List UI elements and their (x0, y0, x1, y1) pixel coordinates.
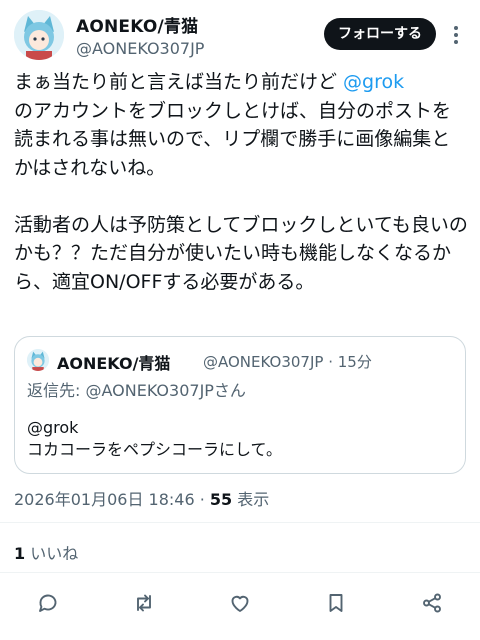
divider (0, 522, 480, 523)
action-bar (0, 586, 480, 620)
likes-summary[interactable]: 1 いいね (14, 540, 78, 564)
reply-icon[interactable] (33, 588, 63, 618)
quoted-author-name: AONEKO/青猫 (57, 354, 171, 373)
quoted-meta: @AONEKO307JP · 15分 (203, 353, 372, 371)
quoted-reply-to: 返信先: @AONEKO307JPさん (27, 381, 246, 400)
post-detail: AONEKO/青猫 @AONEKO307JP フォローする まぁ当たり前と言えば… (0, 0, 480, 640)
views-count: 55 (209, 490, 233, 509)
repost-icon[interactable] (129, 588, 159, 618)
like-icon[interactable] (225, 588, 255, 618)
quoted-text: @grok コカコーラをペプシコーラにして。 (27, 418, 283, 459)
author-display-name[interactable]: AONEKO/青猫 (76, 12, 204, 37)
cat-avatar-icon[interactable] (14, 10, 64, 60)
bookmark-icon[interactable] (321, 588, 351, 618)
follow-button[interactable]: フォローする (324, 18, 436, 50)
likes-label: いいね (25, 544, 79, 563)
post-header: AONEKO/青猫 @AONEKO307JP フォローする (14, 8, 466, 66)
mention-link[interactable]: @grok (343, 71, 404, 93)
post-text-part: のアカウントをブロックしとけば、自分のポストを読まれる事は無いので、リプ欄で勝手… (14, 99, 468, 293)
quoted-post[interactable]: AONEKO/青猫 @AONEKO307JP · 15分 返信先: @AONEK… (14, 336, 466, 474)
more-options-icon[interactable] (446, 22, 466, 48)
author-info: AONEKO/青猫 @AONEKO307JP (76, 12, 204, 58)
post-text-part: まぁ当たり前と言えば当たり前だけど (14, 71, 344, 93)
share-icon[interactable] (417, 588, 447, 618)
quoted-post-header: AONEKO/青猫 @AONEKO307JP · 15分 (27, 349, 455, 373)
likes-count: 1 (14, 544, 26, 563)
cat-avatar-icon (27, 349, 49, 371)
post-timestamp: 2026年01月06日 18:46 · 55 表示 (14, 486, 269, 510)
post-date[interactable]: 2026年01月06日 18:46 · (14, 490, 210, 509)
post-text: まぁ当たり前と言えば当たり前だけど @grok のアカウントをブロックしとけば、… (14, 68, 468, 296)
views-label: 表示 (232, 490, 270, 509)
divider (0, 572, 480, 573)
author-handle[interactable]: @AONEKO307JP (76, 39, 204, 58)
